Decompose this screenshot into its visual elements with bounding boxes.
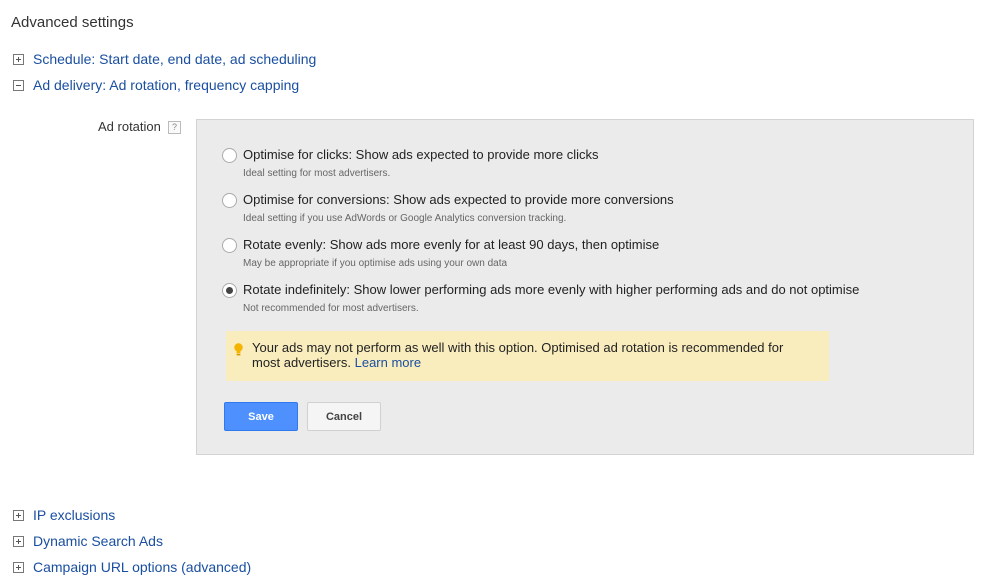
cancel-button[interactable]: Cancel — [307, 402, 381, 431]
section-ip-exclusions[interactable]: IP exclusions — [13, 507, 115, 523]
radio-rotate-evenly[interactable] — [222, 238, 237, 253]
option-description: Ideal setting if you use AdWords or Goog… — [243, 213, 567, 224]
lightbulb-icon — [234, 343, 243, 356]
option-label[interactable]: Rotate evenly: Show ads more evenly for … — [243, 237, 659, 252]
expand-plus-icon[interactable] — [13, 535, 24, 547]
warning-message: Your ads may not perform as well with th… — [226, 331, 829, 381]
section-ad-delivery[interactable]: Ad delivery: Ad rotation, frequency capp… — [13, 77, 299, 93]
page-title: Advanced settings — [11, 14, 134, 31]
radio-optimise-clicks[interactable] — [222, 148, 237, 163]
section-campaign-url-options[interactable]: Campaign URL options (advanced) — [13, 559, 251, 575]
help-icon[interactable]: ? — [168, 121, 181, 134]
section-ip-exclusions-link[interactable]: IP exclusions — [33, 507, 115, 523]
save-button[interactable]: Save — [224, 402, 298, 431]
collapse-minus-icon[interactable] — [13, 79, 24, 91]
option-description: Not recommended for most advertisers. — [243, 303, 419, 314]
option-description: May be appropriate if you optimise ads u… — [243, 258, 508, 269]
radio-rotate-indefinitely[interactable] — [222, 283, 237, 298]
option-label[interactable]: Optimise for conversions: Show ads expec… — [243, 192, 674, 207]
section-schedule[interactable]: Schedule: Start date, end date, ad sched… — [13, 51, 316, 67]
ad-rotation-label: Ad rotation — [98, 119, 161, 134]
ad-rotation-panel: Optimise for clicks: Show ads expected t… — [196, 119, 974, 455]
expand-plus-icon[interactable] — [13, 561, 24, 573]
learn-more-link[interactable]: Learn more — [355, 355, 421, 370]
warning-body: Your ads may not perform as well with th… — [252, 340, 784, 370]
section-dynamic-search-ads-link[interactable]: Dynamic Search Ads — [33, 533, 163, 549]
warning-text: Your ads may not perform as well with th… — [252, 340, 812, 370]
expand-plus-icon[interactable] — [13, 509, 24, 521]
section-campaign-url-options-link[interactable]: Campaign URL options (advanced) — [33, 559, 251, 575]
option-label[interactable]: Optimise for clicks: Show ads expected t… — [243, 147, 598, 162]
section-schedule-link[interactable]: Schedule: Start date, end date, ad sched… — [33, 51, 316, 67]
option-description: Ideal setting for most advertisers. — [243, 168, 391, 179]
option-label[interactable]: Rotate indefinitely: Show lower performi… — [243, 282, 859, 297]
section-ad-delivery-link[interactable]: Ad delivery: Ad rotation, frequency capp… — [33, 77, 299, 93]
expand-plus-icon[interactable] — [13, 53, 24, 65]
radio-optimise-conversions[interactable] — [222, 193, 237, 208]
section-dynamic-search-ads[interactable]: Dynamic Search Ads — [13, 533, 163, 549]
